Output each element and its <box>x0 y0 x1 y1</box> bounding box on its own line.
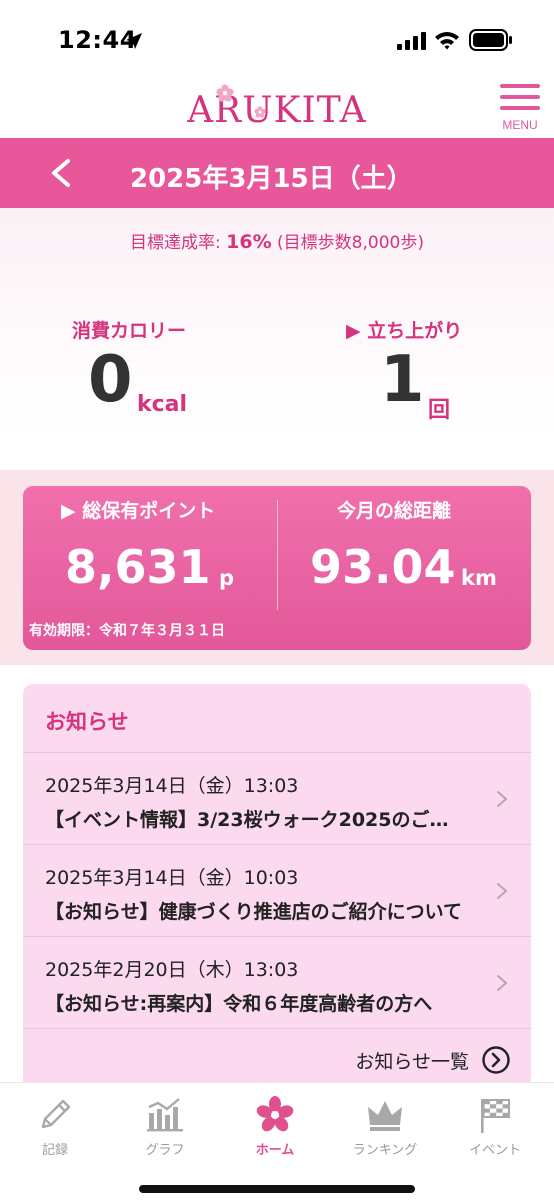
tab-label: イベント <box>468 1143 521 1158</box>
battery-icon <box>469 29 512 51</box>
crown-icon <box>368 1101 402 1131</box>
circle-chevron-right-icon <box>482 1046 510 1074</box>
tab-label: 記録 <box>41 1143 68 1158</box>
chevron-right-icon <box>497 883 507 899</box>
calorie-unit: kcal <box>137 392 188 417</box>
chevron-right-icon <box>497 791 507 807</box>
tab-graph[interactable]: グラフ <box>110 1091 220 1158</box>
month-distance-unit: km <box>461 566 497 590</box>
chart-icon <box>147 1098 183 1132</box>
wifi-icon <box>435 32 459 50</box>
tab-ranking[interactable]: ランキング <box>330 1091 440 1158</box>
menu-button[interactable]: MENU <box>496 84 544 132</box>
location-arrow-icon <box>126 33 142 49</box>
news-headline: 【お知らせ】健康づくり推進店のご紹介について <box>45 901 463 923</box>
standup-value: 1 <box>380 343 425 417</box>
tab-label: ランキング <box>352 1143 418 1158</box>
flag-icon <box>481 1099 510 1133</box>
tab-label: グラフ <box>145 1143 185 1158</box>
home-indicator <box>139 1185 415 1193</box>
news-date: 2025年2月20日（木）13:03 <box>45 959 299 981</box>
month-distance-label: 今月の総距離 <box>337 500 452 522</box>
total-points-label[interactable]: ▶ 総保有ポイント <box>61 496 215 523</box>
daily-stats: 目標達成率: 16% (目標歩数8,000歩) 消費カロリー 0 kcal ▶ … <box>0 208 554 438</box>
hamburger-bar <box>500 95 540 99</box>
goal-prefix: 目標達成率: <box>130 233 221 253</box>
hamburger-icon <box>500 84 540 88</box>
points-section: ▶ 総保有ポイント 8,631 p 今月の総距離 93.04 km 有効期限：令… <box>0 470 554 665</box>
tab-record[interactable]: 記録 <box>0 1091 110 1158</box>
points-expiry: 有効期限：令和７年３月３１日 <box>29 623 225 639</box>
sakura-petal-icon <box>254 106 266 118</box>
points-card: ▶ 総保有ポイント 8,631 p 今月の総距離 93.04 km 有効期限：令… <box>23 486 531 650</box>
current-date: 2025年3月15日（土） <box>130 164 413 194</box>
news-headline: 【お知らせ:再案内】令和６年度高齢者の方へ <box>45 993 433 1015</box>
standup-label[interactable]: ▶ 立ち上がり <box>346 316 462 343</box>
points-divider <box>277 500 278 610</box>
tab-event[interactable]: イベント <box>440 1091 550 1158</box>
tab-home[interactable]: ホーム <box>220 1091 330 1158</box>
app-logo: ARUKITA <box>187 90 367 131</box>
total-points-value: 8,631 <box>65 540 211 594</box>
standup-unit: 回 <box>428 398 451 423</box>
news-title: お知らせ <box>45 710 129 734</box>
goal-suffix: (目標歩数8,000歩) <box>277 233 424 253</box>
hamburger-bar <box>500 106 540 110</box>
news-headline: 【イベント情報】3/23桜ウォーク2025のご案内 <box>45 809 465 831</box>
news-list-link[interactable]: お知らせ一覧 <box>23 1028 531 1088</box>
date-bar: 2025年3月15日（土） <box>0 138 554 208</box>
goal-rate: 16% <box>226 231 272 253</box>
calorie-value: 0 <box>88 343 133 417</box>
news-item[interactable]: 2025年3月14日（金）10:03 【お知らせ】健康づくり推進店のご紹介につい… <box>23 844 531 936</box>
pencil-icon <box>41 1099 71 1129</box>
news-item[interactable]: 2025年2月20日（木）13:03 【お知らせ:再案内】令和６年度高齢者の方へ <box>23 936 531 1028</box>
news-card: お知らせ 2025年3月14日（金）13:03 【イベント情報】3/23桜ウォー… <box>23 684 531 1104</box>
status-bar: 12:44 <box>0 0 554 84</box>
month-distance-value: 93.04 <box>310 540 456 594</box>
back-chevron-icon[interactable] <box>44 155 80 191</box>
cellular-signal-icon <box>397 32 426 50</box>
news-item[interactable]: 2025年3月14日（金）13:03 【イベント情報】3/23桜ウォーク2025… <box>23 752 531 844</box>
total-points-unit: p <box>219 566 235 590</box>
calorie-label: 消費カロリー <box>72 320 187 342</box>
goal-rate-line: 目標達成率: 16% (目標歩数8,000歩) <box>0 228 554 253</box>
sakura-petal-icon <box>216 84 234 102</box>
tab-label: ホーム <box>255 1143 295 1158</box>
news-list-label: お知らせ一覧 <box>355 1051 469 1073</box>
news-date: 2025年3月14日（金）13:03 <box>45 775 299 797</box>
menu-label: MENU <box>502 118 538 132</box>
bottom-tab-bar: 記録 グラフ ホーム ランキング イベント <box>0 1082 554 1200</box>
chevron-right-icon <box>497 975 507 991</box>
news-date: 2025年3月14日（金）10:03 <box>45 867 299 889</box>
app-header: ARUKITA MENU <box>0 84 554 138</box>
sakura-icon <box>256 1096 294 1132</box>
